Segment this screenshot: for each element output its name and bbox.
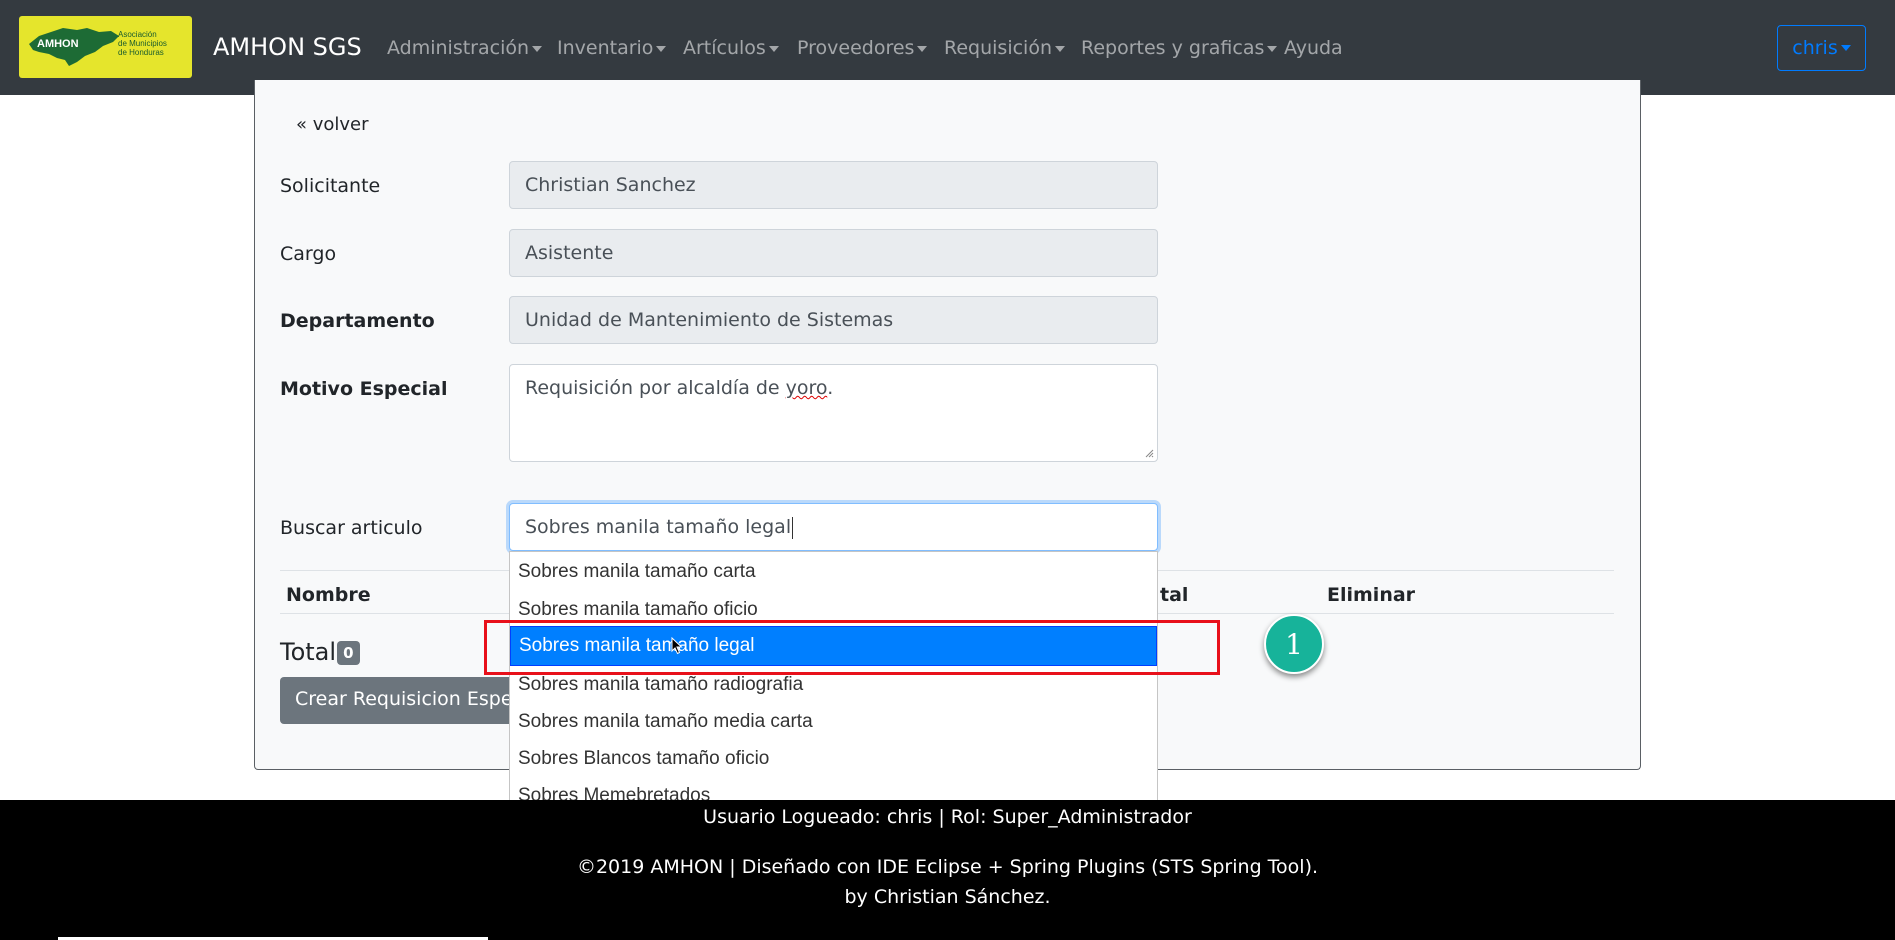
- dropdown-item[interactable]: Sobres manila tamaño media carta: [510, 704, 1157, 740]
- logo-mark: AMHON: [37, 38, 79, 50]
- solicitante-label: Solicitante: [280, 175, 381, 197]
- total-count-badge: 0: [337, 641, 360, 665]
- step-highlight-box: [484, 620, 1220, 675]
- amhon-logo[interactable]: AMHON Asociación de Municipios de Hondur…: [19, 16, 192, 78]
- step-number-badge: 1: [1264, 614, 1324, 674]
- text-cursor: [792, 516, 794, 539]
- caret-down-icon: [532, 45, 543, 52]
- nav-reportes[interactable]: Reportes y graficas: [1081, 37, 1278, 59]
- footer-author: by Christian Sánchez.: [844, 886, 1051, 908]
- dropdown-item[interactable]: Sobres Blancos tamaño oficio: [510, 741, 1157, 777]
- autocomplete-dropdown: Sobres manila tamaño carta Sobres manila…: [509, 551, 1158, 814]
- motivo-textarea[interactable]: Requisición por alcaldía de yoro.: [509, 364, 1158, 462]
- create-requisition-button[interactable]: Crear Requisicion Especial: [280, 677, 520, 724]
- departamento-field: Unidad de Mantenimiento de Sistemas: [509, 296, 1158, 344]
- dropdown-item[interactable]: Sobres manila tamaño carta: [510, 554, 1157, 590]
- caret-down-icon: [768, 45, 779, 52]
- logo-text: Asociación de Municipios de Honduras: [118, 30, 167, 57]
- cargo-label: Cargo: [280, 243, 337, 265]
- caret-down-icon: [656, 45, 667, 52]
- motivo-label: Motivo Especial: [280, 378, 448, 400]
- brand-title[interactable]: AMHON SGS: [213, 33, 362, 61]
- solicitante-field: Christian Sanchez: [509, 161, 1158, 209]
- nav-requisicion[interactable]: Requisición: [944, 37, 1065, 59]
- caret-down-icon: [917, 45, 928, 52]
- column-nombre: Nombre: [286, 584, 371, 606]
- nav-administracion[interactable]: Administración: [387, 37, 543, 59]
- nav-articulos[interactable]: Artículos: [683, 37, 779, 59]
- caret-down-icon: [1840, 45, 1851, 51]
- footer-copyright: ©2019 AMHON | Diseñado con IDE Eclipse +…: [576, 856, 1319, 878]
- departamento-label: Departamento: [280, 310, 435, 332]
- cargo-field: Asistente: [509, 229, 1158, 277]
- resize-grip-icon[interactable]: [1144, 448, 1154, 458]
- column-eliminar: Eliminar: [1327, 584, 1416, 606]
- column-total: tal: [1160, 584, 1189, 606]
- spellcheck-word: yoro: [785, 377, 828, 399]
- caret-down-icon: [1267, 45, 1278, 52]
- nav-ayuda[interactable]: Ayuda: [1284, 37, 1343, 59]
- search-article-input[interactable]: Sobres manila tamaño legal: [509, 503, 1158, 551]
- buscar-label: Buscar articulo: [280, 517, 423, 539]
- footer-user-line: Usuario Logueado: chris | Rol: Super_Adm…: [703, 806, 1192, 828]
- nav-proveedores[interactable]: Proveedores: [797, 37, 928, 59]
- caret-down-icon: [1055, 45, 1065, 52]
- total-summary: Total 0: [280, 638, 360, 666]
- nav-inventario[interactable]: Inventario: [557, 37, 667, 59]
- user-menu-button[interactable]: chris: [1777, 25, 1866, 71]
- back-link[interactable]: « volver: [296, 114, 369, 135]
- page-footer: Usuario Logueado: chris | Rol: Super_Adm…: [0, 800, 1895, 940]
